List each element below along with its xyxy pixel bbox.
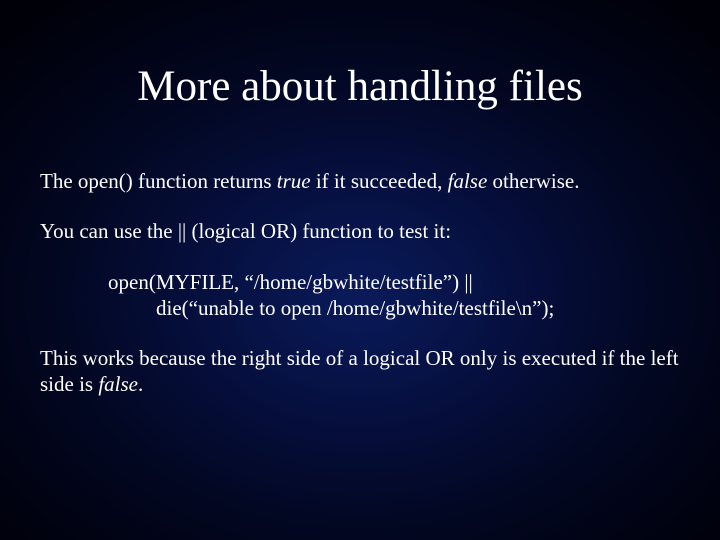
code-line-1: open(MYFILE, “/home/gbwhite/testfile”) |… (108, 269, 680, 295)
p3-text-b: . (138, 372, 143, 396)
p1-false: false (448, 169, 488, 193)
paragraph-2: You can use the || (logical OR) function… (40, 218, 680, 244)
slide-title: More about handling files (0, 62, 720, 111)
p1-text-b: if it succeeded, (311, 169, 448, 193)
slide-body: The open() function returns true if it s… (40, 168, 680, 398)
code-block: open(MYFILE, “/home/gbwhite/testfile”) |… (108, 269, 680, 322)
p1-text-a: The open() function returns (40, 169, 277, 193)
code-line-2: die(“unable to open /home/gbwhite/testfi… (156, 295, 680, 321)
paragraph-1: The open() function returns true if it s… (40, 168, 680, 194)
p3-false: false (98, 372, 138, 396)
p1-true: true (277, 169, 311, 193)
p1-text-c: otherwise. (487, 169, 579, 193)
paragraph-3: This works because the right side of a l… (40, 345, 680, 398)
